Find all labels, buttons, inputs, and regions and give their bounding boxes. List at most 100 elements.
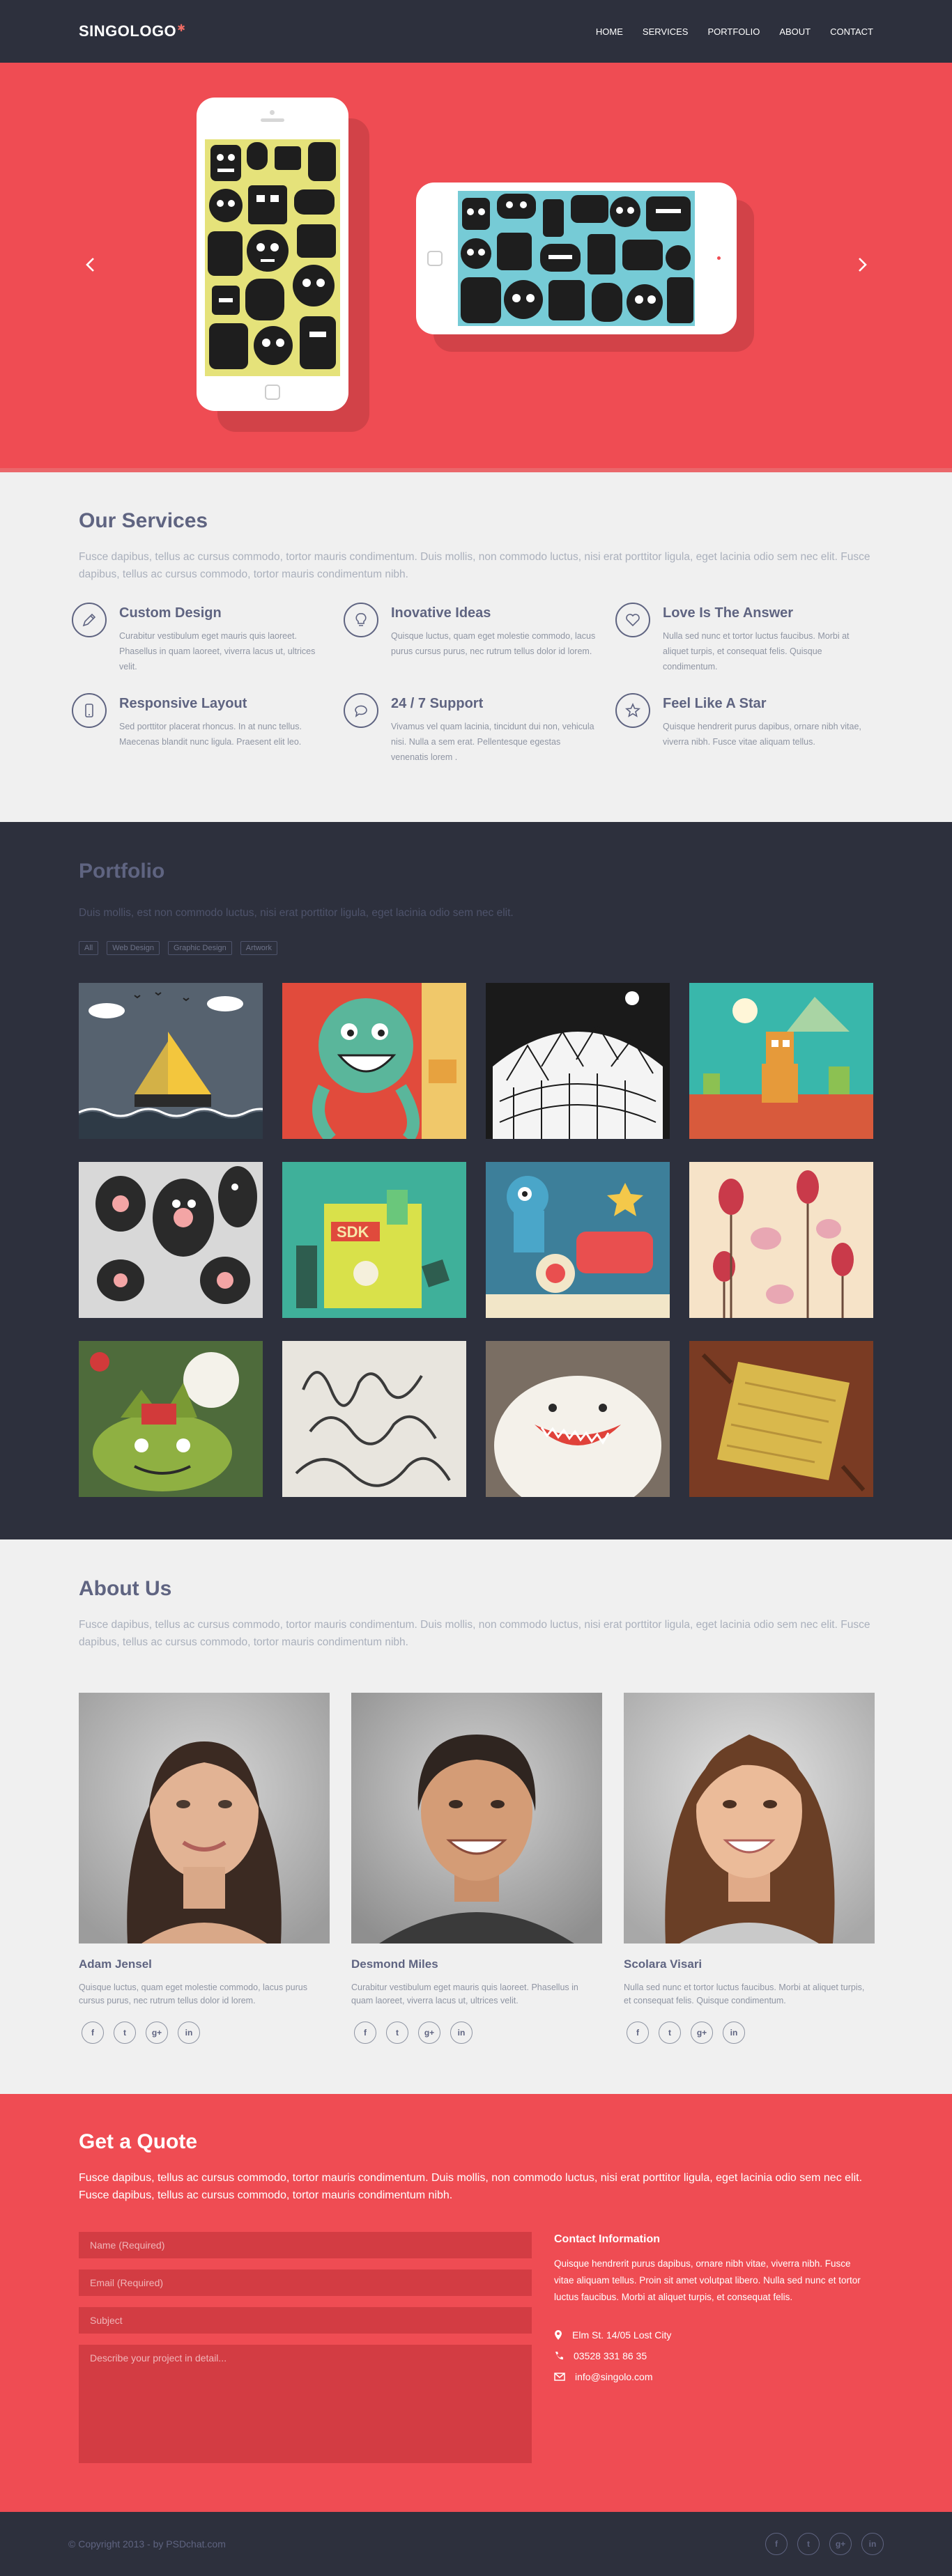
email-field[interactable]: Email (Required) <box>79 2269 532 2296</box>
lightbulb-icon <box>344 603 378 637</box>
portfolio-item-robot[interactable] <box>689 983 873 1139</box>
phone-line: 03528 331 86 35 <box>554 2350 868 2361</box>
team-member: Desmond Miles Curabitur vestibulum eget … <box>351 1693 602 2044</box>
portfolio-item-sailboat[interactable] <box>79 983 263 1139</box>
subject-field[interactable]: Subject <box>79 2307 532 2334</box>
pencil-icon <box>72 603 107 637</box>
portfolio-item-sdk-city[interactable]: SDK <box>282 1162 466 1318</box>
portfolio-title: Portfolio <box>79 860 165 883</box>
service-title: Inovative Ideas <box>391 605 491 621</box>
portfolio-grid: SDK <box>79 983 873 1497</box>
portfolio-item-green-dragon[interactable] <box>79 1341 263 1497</box>
avatar <box>624 1693 875 1943</box>
phone-icon <box>72 693 107 728</box>
hero-slider <box>0 63 952 472</box>
contact-info: Contact Information Quisque hendrerit pu… <box>554 2232 868 2474</box>
quote-section: Get a Quote Fusce dapibus, tellus ac cur… <box>0 2094 952 2512</box>
email-line: info@singolo.com <box>554 2371 868 2382</box>
filter-web-design[interactable]: Web Design <box>107 941 160 955</box>
about-description: Fusce dapibus, tellus ac cursus commodo,… <box>79 1619 870 1648</box>
service-text: Nulla sed nunc et tortor luctus faucibus… <box>663 631 850 672</box>
google-plus-icon[interactable]: g+ <box>829 2533 852 2555</box>
member-socials: f t g+ in <box>627 2022 875 2044</box>
filter-artwork[interactable]: Artwork <box>240 941 278 955</box>
name-field[interactable]: Name (Required) <box>79 2232 532 2258</box>
quote-description: Fusce dapibus, tellus ac cursus commodo,… <box>79 2172 863 2201</box>
member-bio: Nulla sed nunc et tortor luctus faucibus… <box>624 1983 865 2005</box>
twitter-icon[interactable]: t <box>659 2022 681 2044</box>
address-line: Elm St. 14/05 Lost City <box>554 2329 868 2341</box>
portfolio-item-monsters[interactable] <box>79 1162 263 1318</box>
portfolio-item-birds-flowers[interactable] <box>689 1162 873 1318</box>
portfolio-section: Portfolio Duis mollis, est non commodo l… <box>0 822 952 1539</box>
envelope-icon <box>554 2373 565 2381</box>
nav-about[interactable]: ABOUT <box>779 26 811 37</box>
linkedin-icon[interactable]: in <box>178 2022 200 2044</box>
facebook-icon[interactable]: f <box>765 2533 788 2555</box>
google-plus-icon[interactable]: g+ <box>691 2022 713 2044</box>
member-name: Scolara Visari <box>624 1957 703 1971</box>
linkedin-icon[interactable]: in <box>723 2022 745 2044</box>
service-text: Vivamus vel quam lacinia, tincidunt dui … <box>391 722 594 762</box>
copyright: © Copyright 2013 - by PSDchat.com <box>68 2538 226 2550</box>
team-member: Scolara Visari Nulla sed nunc et tortor … <box>624 1693 875 2044</box>
quote-form: Name (Required) Email (Required) Subject… <box>79 2232 532 2474</box>
services-title: Our Services <box>79 509 208 532</box>
email-text[interactable]: info@singolo.com <box>575 2371 653 2382</box>
service-text: Curabitur vestibulum eget mauris quis la… <box>119 631 316 672</box>
chevron-right-icon[interactable] <box>854 256 870 273</box>
twitter-icon[interactable]: t <box>797 2533 820 2555</box>
address-text: Elm St. 14/05 Lost City <box>572 2329 672 2341</box>
portfolio-item-robot-party[interactable] <box>486 1162 670 1318</box>
nav-portfolio[interactable]: PORTFOLIO <box>707 26 760 37</box>
member-socials: f t g+ in <box>82 2022 330 2044</box>
filter-graphic-design[interactable]: Graphic Design <box>167 941 232 955</box>
facebook-icon[interactable]: f <box>82 2022 104 2044</box>
linkedin-icon[interactable]: in <box>450 2022 473 2044</box>
member-socials: f t g+ in <box>354 2022 602 2044</box>
portfolio-description: Duis mollis, est non commodo luctus, nis… <box>79 907 514 919</box>
phone-text: 03528 331 86 35 <box>574 2350 647 2361</box>
phone-screen-pattern-2 <box>458 191 695 326</box>
portfolio-item-old-map[interactable] <box>689 1341 873 1497</box>
linkedin-icon[interactable]: in <box>861 2533 884 2555</box>
svg-text:SDK: SDK <box>337 1223 369 1241</box>
portfolio-item-lettering[interactable] <box>282 1341 466 1497</box>
portfolio-item-green-monster[interactable] <box>282 983 466 1139</box>
service-item: Inovative Ideas Quisque luctus, quam eget… <box>344 603 622 683</box>
services-description: Fusce dapibus, tellus ac cursus commodo,… <box>79 551 870 580</box>
facebook-icon[interactable]: f <box>354 2022 376 2044</box>
site-footer: © Copyright 2013 - by PSDchat.com f t g+… <box>0 2512 952 2576</box>
nav-services[interactable]: SERVICES <box>643 26 689 37</box>
service-title: Feel Like A Star <box>663 696 767 711</box>
service-title: Custom Design <box>119 605 222 621</box>
service-item: Love Is The Answer Nulla sed nunc et tort… <box>615 603 873 683</box>
service-text: Quisque luctus, quam eget molestie commo… <box>391 631 596 656</box>
footer-socials: f t g+ in <box>765 2533 884 2555</box>
portfolio-item-white-monster[interactable] <box>486 1341 670 1497</box>
service-item: Responsive Layout Sed porttitor placerat … <box>72 693 351 774</box>
twitter-icon[interactable]: t <box>114 2022 136 2044</box>
google-plus-icon[interactable]: g+ <box>418 2022 440 2044</box>
logo[interactable]: SINGOLOGO✱ <box>79 22 185 40</box>
services-section: Our Services Fusce dapibus, tellus ac cu… <box>0 472 952 822</box>
service-title: Responsive Layout <box>119 696 247 711</box>
services-grid: Custom Design Curabitur vestibulum eget m… <box>72 603 873 774</box>
logo-star-icon: ✱ <box>177 22 186 33</box>
portfolio-item-city-drawing[interactable] <box>486 983 670 1139</box>
quote-title: Get a Quote <box>79 2130 198 2153</box>
message-textarea[interactable]: Describe your project in detail... <box>79 2345 532 2463</box>
twitter-icon[interactable]: t <box>386 2022 408 2044</box>
service-item: Custom Design Curabitur vestibulum eget m… <box>72 603 351 683</box>
avatar <box>79 1693 330 1943</box>
service-item: Feel Like A Star Quisque hendrerit purus … <box>615 693 873 774</box>
service-item: 24 / 7 Support Vivamus vel quam lacinia, … <box>344 693 622 774</box>
horizontal-phone-image <box>416 183 737 334</box>
nav-contact[interactable]: CONTACT <box>830 26 873 37</box>
filter-all[interactable]: All <box>79 941 99 955</box>
about-section: About Us Fusce dapibus, tellus ac cursus… <box>0 1539 952 2094</box>
facebook-icon[interactable]: f <box>627 2022 649 2044</box>
chevron-left-icon[interactable] <box>82 256 99 273</box>
nav-home[interactable]: HOME <box>596 26 623 37</box>
google-plus-icon[interactable]: g+ <box>146 2022 168 2044</box>
